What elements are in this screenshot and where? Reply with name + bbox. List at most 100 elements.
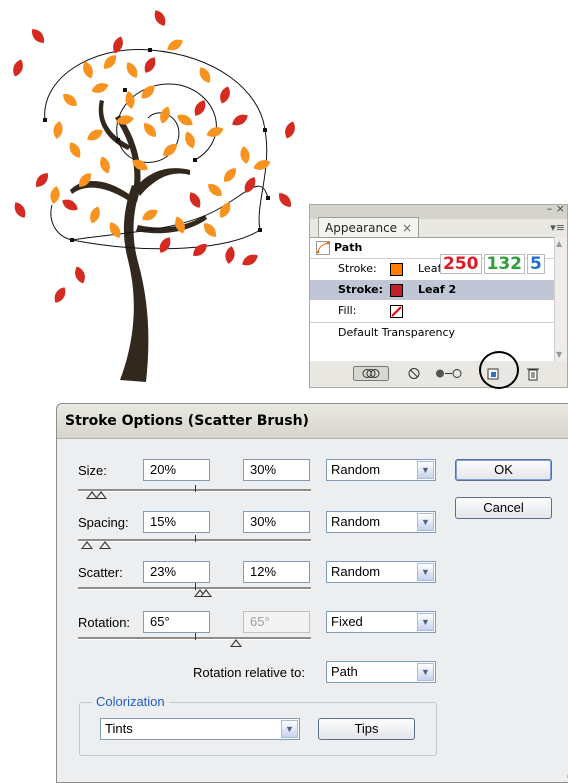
scroll-up-icon[interactable]: ▲	[556, 239, 562, 248]
leaf	[159, 237, 171, 253]
rotation-max-field: 65°	[243, 611, 310, 633]
stroke-swatch-orange[interactable]	[390, 263, 403, 276]
reduce-basic-icon[interactable]	[434, 366, 464, 381]
size-mode-value: Random	[331, 462, 381, 477]
leaf	[193, 243, 207, 257]
size-slider-track[interactable]	[78, 485, 311, 492]
leaf	[185, 131, 195, 149]
tab-label: Appearance	[325, 221, 398, 235]
leaf	[189, 192, 201, 208]
leaf	[54, 287, 66, 303]
leaf	[199, 67, 211, 83]
path-icon	[316, 241, 330, 255]
highlight-circle	[479, 351, 519, 389]
size-max-field[interactable]: 30%	[243, 459, 310, 481]
tab-appearance[interactable]: Appearance ×	[318, 217, 420, 238]
leaf	[244, 177, 256, 193]
rotation-mode-select[interactable]: Fixed ▼	[326, 611, 436, 633]
leaf	[69, 142, 81, 158]
chevron-down-icon[interactable]: ▼	[281, 720, 298, 738]
spacing-slider-handle-max[interactable]	[99, 541, 111, 549]
rotation-min-field[interactable]: 65°	[143, 611, 210, 633]
spacing-label: Spacing:	[78, 515, 129, 530]
new-art-icon[interactable]	[353, 366, 389, 381]
leaf	[232, 114, 248, 126]
stroke-options-dialog: Stroke Options (Scatter Brush) Size: 20%…	[56, 403, 568, 783]
leaf	[154, 10, 166, 26]
spacing-mode-select[interactable]: Random ▼	[326, 511, 436, 533]
leaf	[225, 246, 235, 264]
colorization-legend: Colorization	[92, 694, 169, 709]
rgb-red-value: 250	[440, 254, 482, 274]
leaf	[126, 62, 138, 78]
transparency-label: Default Transparency	[338, 326, 456, 339]
cancel-button[interactable]: Cancel	[455, 497, 552, 519]
chevron-down-icon[interactable]: ▼	[417, 613, 434, 631]
leaf	[50, 186, 60, 204]
close-icon[interactable]: ×	[402, 221, 412, 235]
path-label: Path	[334, 241, 363, 254]
appearance-row-fill[interactable]: Fill:	[310, 301, 555, 321]
scatter-slider-handle-max[interactable]	[200, 589, 212, 597]
leaf	[167, 39, 183, 51]
leaf	[203, 223, 217, 237]
chevron-down-icon[interactable]: ▼	[417, 513, 434, 531]
scatter-min-field[interactable]: 23%	[143, 561, 210, 583]
rotation-relative-label: Rotation relative to:	[193, 665, 306, 680]
colorization-method-value: Tints	[105, 721, 133, 736]
panel-menu-icon[interactable]: ▾≡	[550, 221, 565, 234]
fill-label: Fill:	[338, 304, 357, 317]
spacing-max-field[interactable]: 30%	[243, 511, 310, 533]
chevron-down-icon[interactable]: ▼	[417, 461, 434, 479]
rgb-readout: 250 132 5	[440, 254, 547, 274]
panel-footer	[310, 361, 567, 387]
stroke-label: Stroke:	[338, 262, 377, 275]
dialog-body: Size: 20% 30% Random ▼ Spacing: 15% 30% R…	[57, 439, 568, 782]
rotation-relative-select[interactable]: Path ▼	[326, 661, 436, 683]
tips-button[interactable]: Tips	[318, 718, 415, 740]
spacing-slider-handle-min[interactable]	[81, 541, 93, 549]
panel-scrollbar[interactable]: ▲ ▼	[554, 237, 567, 361]
size-min-field[interactable]: 20%	[143, 459, 210, 481]
rotation-slider-handle[interactable]	[230, 639, 242, 647]
slider-midmark	[195, 633, 196, 640]
leaf	[53, 121, 63, 139]
spacing-mode-value: Random	[331, 514, 381, 529]
spacing-min-field[interactable]: 15%	[143, 511, 210, 533]
rotation-slider-track[interactable]	[78, 633, 311, 640]
leaf	[90, 206, 100, 224]
dialog-title: Stroke Options (Scatter Brush)	[65, 413, 309, 429]
leaf	[91, 83, 109, 93]
brush-name: Leaf 2	[418, 283, 457, 296]
scatter-max-field[interactable]: 12%	[243, 561, 310, 583]
size-slider-handle-max[interactable]	[95, 491, 107, 499]
leaf	[242, 254, 258, 266]
ok-button[interactable]: OK	[455, 459, 552, 481]
spacing-slider-track[interactable]	[78, 535, 311, 542]
leaf	[13, 59, 23, 77]
leaf	[31, 29, 45, 43]
no-fill-swatch-icon[interactable]	[390, 305, 403, 318]
slider-midmark	[195, 535, 196, 542]
colorization-method-select[interactable]: Tints ▼	[100, 718, 300, 740]
appearance-row-transparency[interactable]: Default Transparency	[310, 323, 555, 343]
chevron-down-icon[interactable]: ▼	[417, 663, 434, 681]
clear-icon[interactable]	[407, 366, 421, 381]
leaf	[35, 173, 49, 187]
leaf	[14, 202, 26, 218]
rgb-green-value: 132	[483, 254, 525, 274]
stroke-swatch-red[interactable]	[390, 284, 403, 297]
scroll-down-icon[interactable]: ▼	[556, 350, 562, 359]
leaf	[278, 193, 292, 207]
colorization-group: Colorization Tints ▼ Tips	[79, 694, 437, 756]
leaf	[143, 123, 157, 137]
size-mode-select[interactable]: Random ▼	[326, 459, 436, 481]
chevron-down-icon[interactable]: ▼	[417, 563, 434, 581]
delete-item-icon[interactable]	[526, 366, 540, 381]
appearance-row-stroke-2[interactable]: Stroke: Leaf 2	[310, 280, 555, 300]
window-controls[interactable]: – ×	[547, 202, 565, 215]
leaf	[109, 222, 121, 238]
scatter-mode-select[interactable]: Random ▼	[326, 561, 436, 583]
leaf	[87, 129, 103, 141]
leaf	[142, 209, 158, 221]
